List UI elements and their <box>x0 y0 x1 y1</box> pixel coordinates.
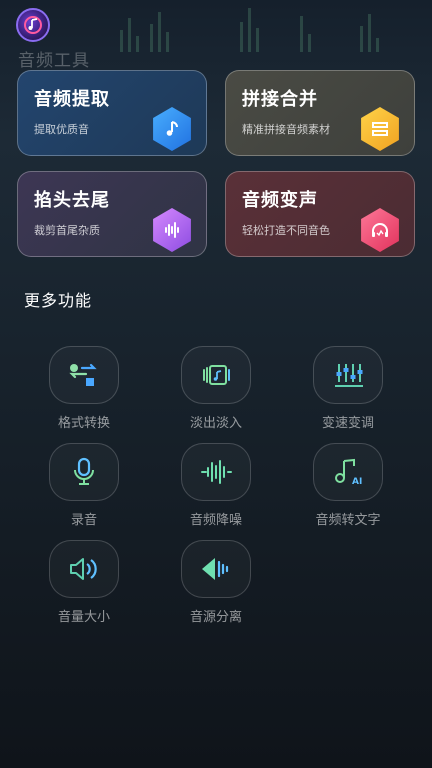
tool-label: 变速变调 <box>321 416 374 431</box>
source-separation-icon <box>181 540 251 598</box>
merge-icon <box>361 107 399 151</box>
tool-source-separation[interactable]: 音源分离 <box>161 540 271 625</box>
tool-audio-to-text[interactable]: AI 音频转文字 <box>293 443 403 528</box>
tool-noise-reduction[interactable]: 音频降噪 <box>161 443 271 528</box>
equalizer-bar <box>166 32 169 52</box>
card-title: 掐头去尾 <box>34 190 110 211</box>
svg-text:AI: AI <box>352 477 362 487</box>
waveform-icon <box>153 208 191 252</box>
fade-icon <box>181 346 251 404</box>
more-features-title: 更多功能 <box>24 291 93 310</box>
format-convert-icon <box>49 346 119 404</box>
tool-volume[interactable]: 音量大小 <box>29 540 139 625</box>
trim-card[interactable]: 掐头去尾 裁剪首尾杂质 <box>17 171 207 257</box>
card-title: 音频提取 <box>34 89 110 110</box>
audio-extract-card[interactable]: 音频提取 提取优质音 <box>17 70 207 156</box>
equalizer-bar <box>136 36 139 52</box>
equalizer-bar <box>256 28 259 52</box>
audio-to-text-icon: AI <box>313 443 383 501</box>
equalizer-icon <box>313 346 383 404</box>
tool-label: 音频降噪 <box>189 513 242 528</box>
equalizer-bar <box>360 26 363 52</box>
equalizer-bar <box>240 22 243 52</box>
music-disc-icon[interactable] <box>16 8 50 42</box>
headphones-icon <box>361 208 399 252</box>
equalizer-bar <box>128 18 131 52</box>
tool-label: 格式转换 <box>57 416 110 431</box>
tool-speed-pitch[interactable]: 变速变调 <box>293 346 403 431</box>
tool-label: 录音 <box>70 513 97 528</box>
equalizer-bar <box>120 30 123 52</box>
tool-label: 淡出淡入 <box>189 416 242 431</box>
voice-change-card[interactable]: 音频变声 轻松打造不同音色 <box>225 171 415 257</box>
equalizer-bar <box>376 38 379 52</box>
equalizer-bar <box>150 24 153 52</box>
microphone-icon <box>49 443 119 501</box>
page-title: 音频工具 <box>18 51 90 71</box>
card-title: 拼接合并 <box>242 89 318 110</box>
tool-record[interactable]: 录音 <box>29 443 139 528</box>
equalizer-bar <box>300 16 303 52</box>
tool-fade[interactable]: 淡出淡入 <box>161 346 271 431</box>
tool-label: 音频转文字 <box>315 513 381 528</box>
volume-icon <box>49 540 119 598</box>
music-note-icon <box>153 107 191 151</box>
tool-label: 音量大小 <box>57 610 110 625</box>
equalizer-bar <box>308 34 311 52</box>
tool-format-convert[interactable]: 格式转换 <box>29 346 139 431</box>
card-title: 音频变声 <box>242 190 318 211</box>
equalizer-bar <box>248 8 251 52</box>
equalizer-bar <box>158 12 161 52</box>
noise-reduction-icon <box>181 443 251 501</box>
merge-card[interactable]: 拼接合并 精准拼接音频素材 <box>225 70 415 156</box>
tool-label: 音源分离 <box>189 610 242 625</box>
equalizer-bar <box>368 14 371 52</box>
